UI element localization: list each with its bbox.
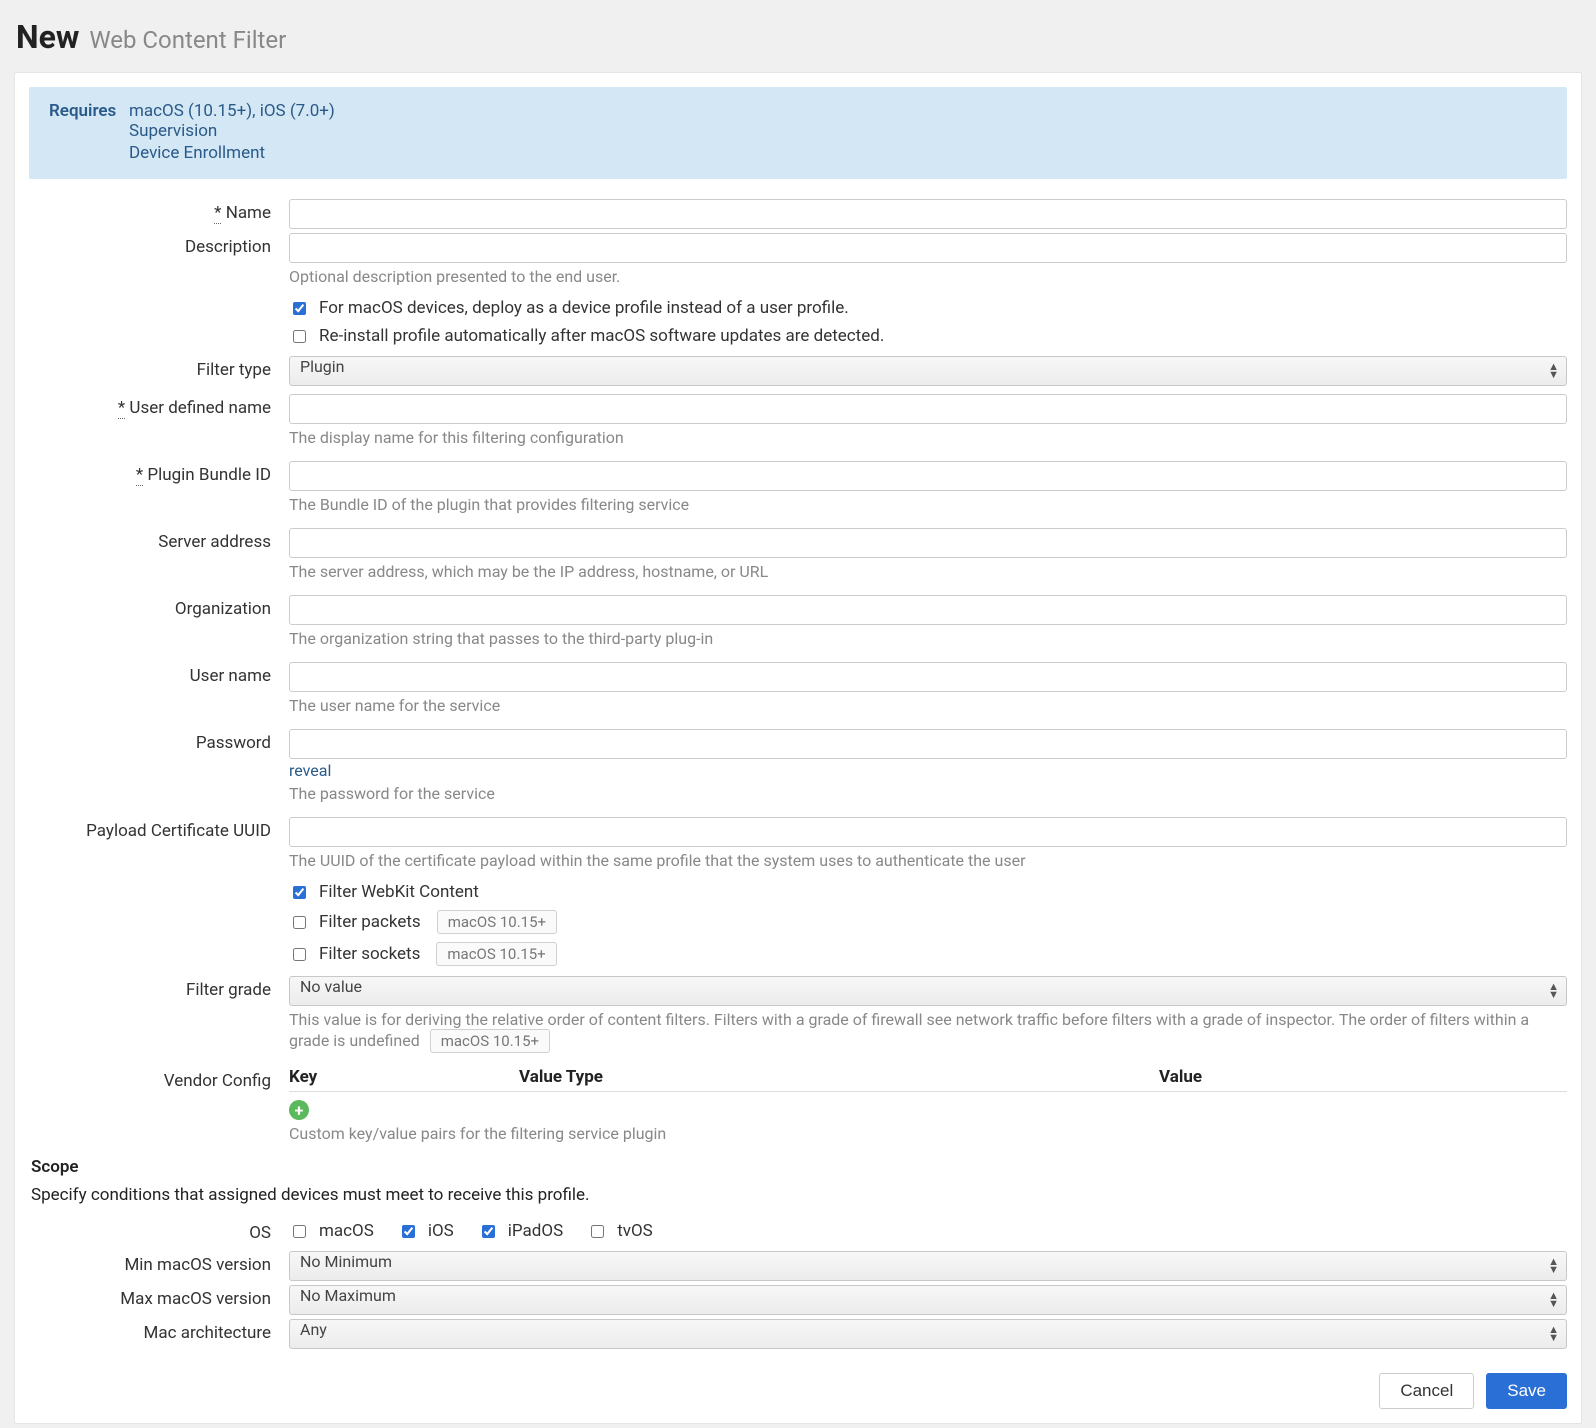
label-payload-cert-uuid: Payload Certificate UUID	[29, 817, 289, 841]
chk-os-ipados[interactable]: iPadOS	[478, 1221, 563, 1241]
label-filter-grade: Filter grade	[29, 976, 289, 1000]
requires-os-line: macOS (10.15+), iOS (7.0+)	[129, 101, 335, 121]
filter-grade-select[interactable]: No value ▲▼	[289, 976, 1567, 1006]
helper-payload-cert-uuid: The UUID of the certificate payload with…	[289, 851, 1567, 870]
helper-vendor-config: Custom key/value pairs for the filtering…	[289, 1124, 1567, 1143]
payload-cert-uuid-input[interactable]	[289, 817, 1567, 847]
chk-reinstall[interactable]: Re-install profile automatically after m…	[289, 326, 1567, 346]
helper-password: The password for the service	[289, 784, 1567, 803]
label-os: OS	[29, 1219, 289, 1243]
form-panel: Requires macOS (10.15+), iOS (7.0+) Supe…	[14, 72, 1582, 1424]
helper-user-name: The user name for the service	[289, 696, 1567, 715]
helper-plugin-bundle-id: The Bundle ID of the plugin that provide…	[289, 495, 1567, 514]
chk-os-ios[interactable]: iOS	[398, 1221, 454, 1241]
add-vendor-row-button[interactable]: +	[289, 1100, 309, 1120]
helper-description: Optional description presented to the en…	[289, 267, 1567, 286]
helper-user-defined-name: The display name for this filtering conf…	[289, 428, 1567, 447]
scope-title: Scope	[31, 1157, 1567, 1177]
max-macos-select[interactable]: No Maximum ▲▼	[289, 1285, 1567, 1315]
tag-macos-grade: macOS 10.15+	[430, 1029, 550, 1053]
description-input[interactable]	[289, 233, 1567, 263]
helper-server-address: The server address, which may be the IP …	[289, 562, 1567, 581]
cancel-button[interactable]: Cancel	[1379, 1373, 1474, 1409]
page-title: New	[16, 18, 79, 56]
password-input[interactable]	[289, 729, 1567, 759]
chk-filter-webkit[interactable]: Filter WebKit Content	[289, 882, 1567, 902]
chk-os-tvos-box[interactable]	[591, 1225, 604, 1238]
user-defined-name-input[interactable]	[289, 394, 1567, 424]
label-min-macos: Min macOS version	[29, 1251, 289, 1275]
chk-filter-sockets[interactable]: Filter sockets macOS 10.15+	[289, 942, 1567, 966]
label-organization: Organization	[29, 595, 289, 619]
label-user-defined-name: * User defined name	[29, 394, 289, 418]
chk-device-profile-box[interactable]	[293, 302, 306, 315]
name-input[interactable]	[289, 199, 1567, 229]
chk-os-tvos[interactable]: tvOS	[587, 1221, 653, 1241]
scope-desc: Specify conditions that assigned devices…	[31, 1185, 1567, 1205]
requires-label: Requires	[49, 101, 121, 165]
save-button[interactable]: Save	[1486, 1373, 1567, 1409]
label-plugin-bundle-id: * Plugin Bundle ID	[29, 461, 289, 485]
label-server-address: Server address	[29, 528, 289, 552]
helper-filter-grade: This value is for deriving the relative …	[289, 1010, 1567, 1053]
user-name-input[interactable]	[289, 662, 1567, 692]
mac-arch-select[interactable]: Any ▲▼	[289, 1319, 1567, 1349]
chk-os-macos-box[interactable]	[293, 1225, 306, 1238]
chk-device-profile[interactable]: For macOS devices, deploy as a device pr…	[289, 298, 1567, 318]
label-name: * Name	[29, 199, 289, 223]
server-address-input[interactable]	[289, 528, 1567, 558]
helper-organization: The organization string that passes to t…	[289, 629, 1567, 648]
label-password: Password	[29, 729, 289, 753]
organization-input[interactable]	[289, 595, 1567, 625]
chk-filter-webkit-box[interactable]	[293, 886, 306, 899]
label-vendor-config: Vendor Config	[29, 1067, 289, 1091]
tag-macos-sockets: macOS 10.15+	[436, 942, 556, 966]
requires-link-supervision[interactable]: Supervision	[129, 121, 335, 141]
vendor-config-header: Key Value Type Value	[289, 1067, 1567, 1092]
label-filter-type: Filter type	[29, 356, 289, 380]
plugin-bundle-id-input[interactable]	[289, 461, 1567, 491]
chk-os-macos[interactable]: macOS	[289, 1221, 374, 1241]
page-header: New Web Content Filter	[14, 14, 1582, 72]
label-mac-arch: Mac architecture	[29, 1319, 289, 1343]
chk-reinstall-box[interactable]	[293, 330, 306, 343]
chk-os-ios-box[interactable]	[402, 1225, 415, 1238]
label-max-macos: Max macOS version	[29, 1285, 289, 1309]
tag-macos-packets: macOS 10.15+	[437, 910, 557, 934]
min-macos-select[interactable]: No Minimum ▲▼	[289, 1251, 1567, 1281]
chk-filter-packets[interactable]: Filter packets macOS 10.15+	[289, 910, 1567, 934]
chk-filter-packets-box[interactable]	[293, 916, 306, 929]
requires-link-device-enrollment[interactable]: Device Enrollment	[129, 143, 335, 163]
label-description: Description	[29, 233, 289, 257]
page-subtitle: Web Content Filter	[89, 26, 286, 54]
filter-type-select[interactable]: Plugin ▲▼	[289, 356, 1567, 386]
chk-os-ipados-box[interactable]	[482, 1225, 495, 1238]
chk-filter-sockets-box[interactable]	[293, 948, 306, 961]
requires-box: Requires macOS (10.15+), iOS (7.0+) Supe…	[29, 87, 1567, 179]
label-user-name: User name	[29, 662, 289, 686]
reveal-link[interactable]: reveal	[289, 761, 1567, 780]
